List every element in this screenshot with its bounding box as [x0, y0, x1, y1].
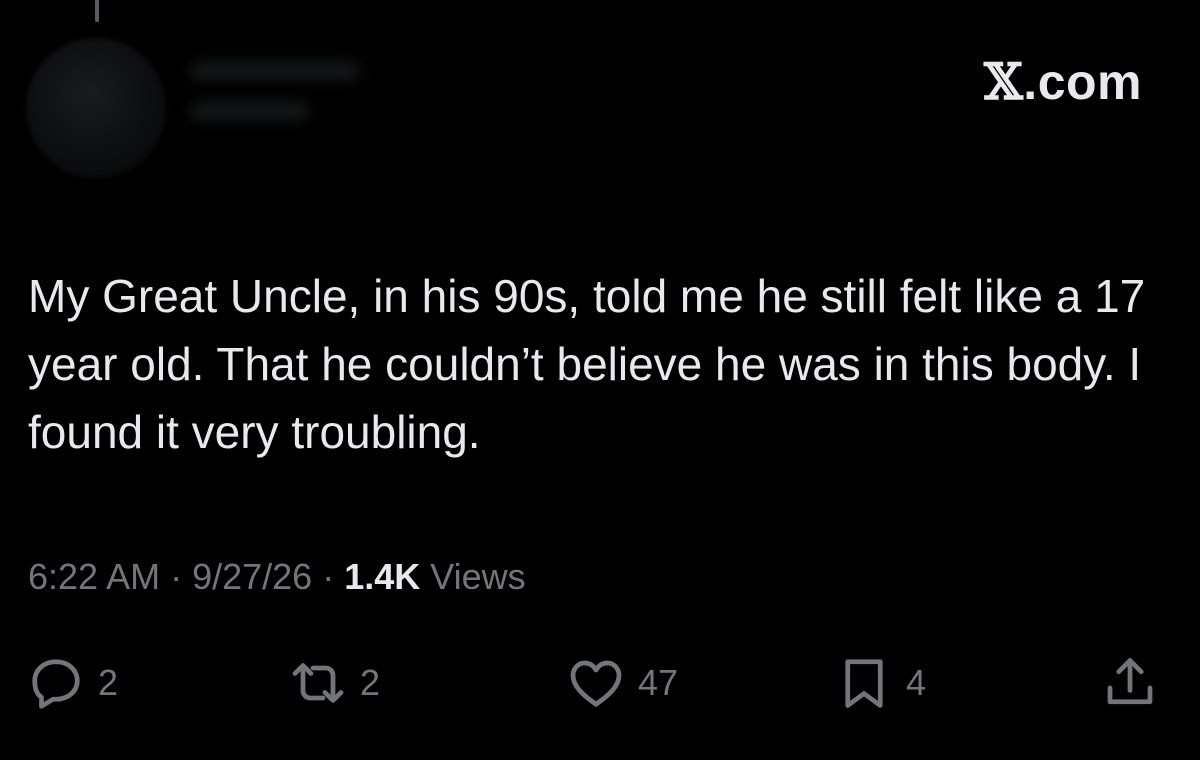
tweet-meta: 6:22 AM · 9/27/26 · 1.4K Views — [28, 556, 526, 598]
share-icon — [1100, 653, 1160, 713]
tweet-text: My Great Uncle, in his 90s, told me he s… — [28, 270, 1146, 458]
reply-count: 2 — [98, 662, 119, 703]
views-count: 1.4K — [344, 556, 421, 597]
like-count: 47 — [638, 662, 679, 703]
tweet-time[interactable]: 6:22 AM — [28, 556, 160, 597]
heart-icon — [566, 653, 626, 713]
tweet-action-bar: 2 2 47 4 — [0, 648, 1200, 718]
reply-button[interactable]: 2 — [26, 648, 118, 718]
x-com-watermark: 𝕏.com — [984, 52, 1142, 111]
account-name-redacted — [190, 62, 360, 142]
retweet-count: 2 — [360, 662, 381, 703]
retweet-icon — [288, 653, 348, 713]
reply-icon — [26, 653, 86, 713]
like-button[interactable]: 47 — [566, 648, 678, 718]
share-button[interactable] — [1100, 648, 1160, 718]
views-label: Views — [420, 556, 526, 597]
bookmark-count: 4 — [906, 662, 927, 703]
x-logo-icon: 𝕏 — [984, 52, 1024, 111]
avatar[interactable] — [26, 38, 166, 178]
thread-connector-line — [95, 0, 99, 22]
bookmark-icon — [834, 653, 894, 713]
display-name-blur — [190, 62, 360, 80]
handle-blur — [190, 102, 309, 120]
retweet-button[interactable]: 2 — [288, 648, 380, 718]
meta-separator: · — [312, 556, 345, 597]
tweet-date[interactable]: 9/27/26 — [192, 556, 312, 597]
meta-separator: · — [160, 556, 193, 597]
bookmark-button[interactable]: 4 — [834, 648, 926, 718]
watermark-domain-suffix: .com — [1023, 54, 1142, 110]
